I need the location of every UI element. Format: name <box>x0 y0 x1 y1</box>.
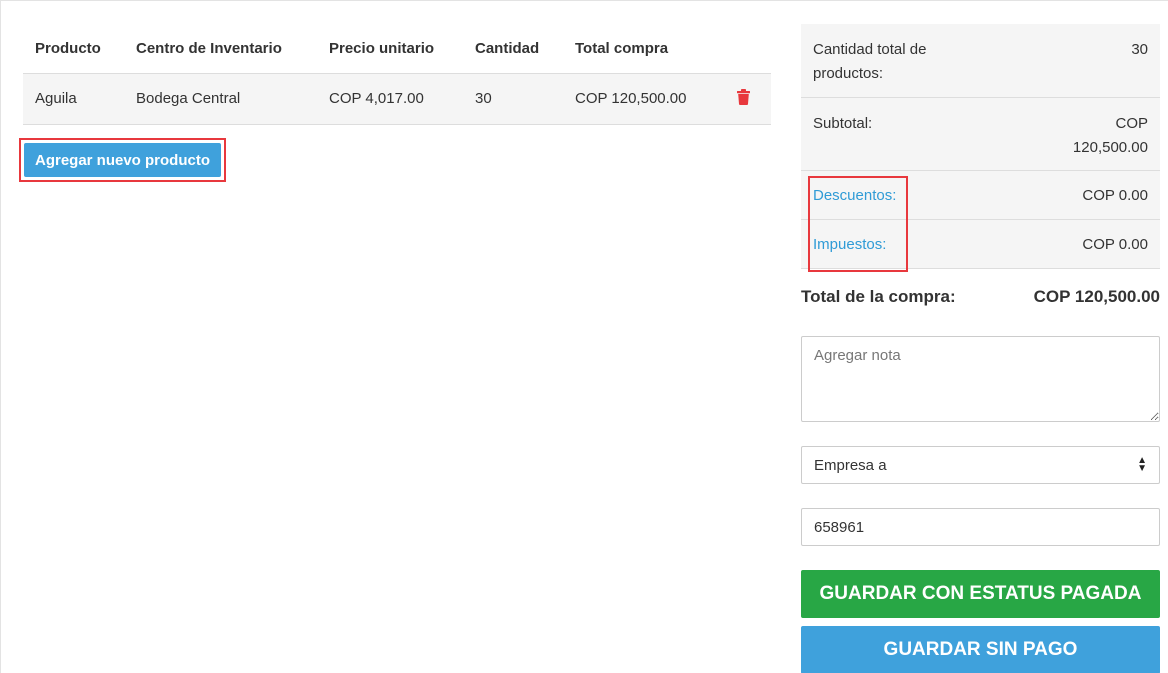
purchase-total-value: COP 120,500.00 <box>1033 287 1160 306</box>
purchase-summary: Cantidad total de productos: 30 Subtotal… <box>801 24 1160 269</box>
taxes-value: COP 0.00 <box>1082 235 1148 253</box>
table-header-row: Producto Centro de Inventario Precio uni… <box>23 25 771 74</box>
add-product-button[interactable]: Agregar nuevo producto <box>24 143 221 177</box>
header-actions <box>715 25 771 74</box>
header-precio-unitario: Precio unitario <box>317 25 463 74</box>
discounts-link[interactable]: Descuentos: <box>813 187 896 204</box>
purchase-total-label: Total de la compra: <box>801 287 956 306</box>
add-product-highlight: Agregar nuevo producto <box>19 138 226 182</box>
note-field[interactable] <box>801 336 1160 422</box>
cell-delete <box>715 73 771 125</box>
select-arrows-icon: ▲ ▼ <box>1137 455 1147 474</box>
cell-cantidad: 30 <box>463 73 563 125</box>
total-quantity-label: Cantidad total de productos: <box>813 41 927 82</box>
save-paid-button[interactable]: GUARDAR CON ESTATUS PAGADA <box>801 570 1160 618</box>
save-unpaid-button[interactable]: GUARDAR SIN PAGO <box>801 626 1160 673</box>
cell-centro-inventario: Bodega Central <box>124 73 317 125</box>
total-quantity-value: 30 <box>1131 41 1148 58</box>
summary-row-taxes: Impuestos: COP 0.00 <box>801 220 1160 269</box>
trash-icon[interactable] <box>736 88 750 109</box>
header-producto: Producto <box>23 25 124 74</box>
discounts-value: COP 0.00 <box>1082 186 1148 204</box>
taxes-link[interactable]: Impuestos: <box>813 236 886 253</box>
purchase-page: Producto Centro de Inventario Precio uni… <box>0 0 1168 673</box>
reference-number-input[interactable] <box>801 508 1160 546</box>
cell-producto: Aguila <box>23 73 124 125</box>
summary-row-subtotal: Subtotal: COP 120,500.00 <box>801 98 1160 171</box>
table-row: Aguila Bodega Central COP 4,017.00 30 CO… <box>23 73 771 125</box>
header-centro-inventario: Centro de Inventario <box>124 25 317 74</box>
header-cantidad: Cantidad <box>463 25 563 74</box>
cell-total-compra: COP 120,500.00 <box>563 73 715 125</box>
company-select[interactable]: Empresa a ▲ ▼ <box>801 446 1160 484</box>
purchase-total: Total de la compra: COP 120,500.00 <box>801 287 1160 307</box>
header-total-compra: Total compra <box>563 25 715 74</box>
summary-row-quantity: Cantidad total de productos: 30 <box>801 24 1160 98</box>
subtotal-value: COP 120,500.00 <box>1072 115 1148 156</box>
subtotal-label: Subtotal: <box>813 115 873 132</box>
products-table: Producto Centro de Inventario Precio uni… <box>23 25 771 125</box>
cell-precio-unitario: COP 4,017.00 <box>317 73 463 125</box>
company-select-value: Empresa a <box>814 456 887 474</box>
summary-row-discounts: Descuentos: COP 0.00 <box>801 171 1160 220</box>
